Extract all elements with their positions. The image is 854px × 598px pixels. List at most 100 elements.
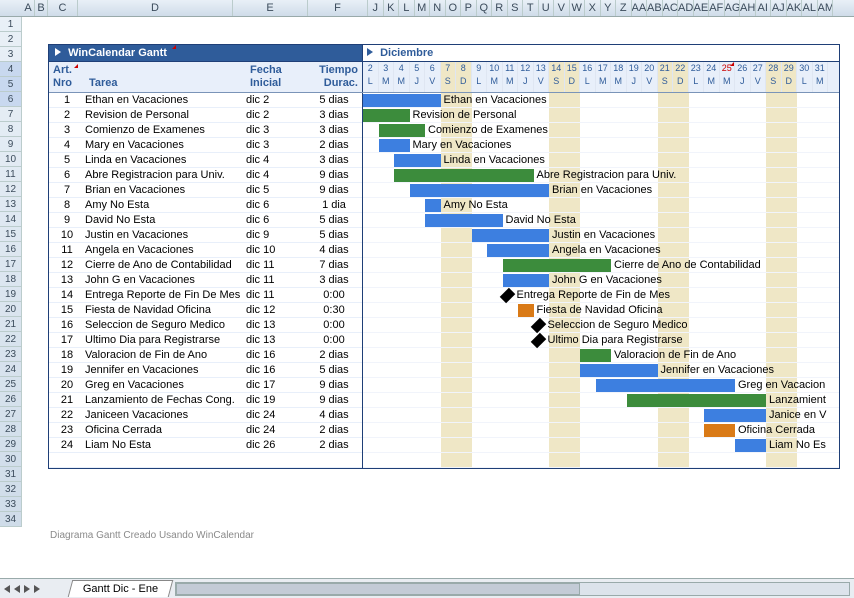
task-row[interactable]: 10Justin en Vacacionesdic 95 dias [49, 228, 362, 243]
task-row[interactable]: 20Greg en Vacacionesdic 179 dias [49, 378, 362, 393]
task-duration: 3 dias [306, 153, 362, 167]
gantt-bar-label: Ethan en Vacaciones [444, 93, 547, 108]
task-name: Valoracion de Fin de Ano [85, 348, 246, 362]
gantt-bar[interactable] [503, 259, 612, 272]
gantt-bar[interactable] [394, 154, 441, 167]
gantt-bar[interactable] [704, 424, 735, 437]
gantt-bar[interactable] [379, 139, 410, 152]
sheet-tab[interactable]: Gantt Dic - Ene [68, 580, 174, 597]
task-start: dic 4 [246, 153, 306, 167]
task-row[interactable]: 15Fiesta de Navidad Oficinadic 120:30 [49, 303, 362, 318]
task-nro: 14 [49, 288, 85, 302]
task-duration: 3 dias [306, 123, 362, 137]
task-nro: 22 [49, 408, 85, 422]
task-row[interactable]: 11Angela en Vacacionesdic 104 dias [49, 243, 362, 258]
gantt-body: 1Ethan en Vacacionesdic 25 dias2Revision… [49, 93, 839, 468]
task-row[interactable]: 9David No Estadic 65 dias [49, 213, 362, 228]
gantt-bar[interactable] [596, 379, 736, 392]
task-row[interactable]: 14Entrega Reporte de Fin De Mesdic 110:0… [49, 288, 362, 303]
prev-sheet-icon[interactable] [14, 585, 20, 593]
next-sheet-icon[interactable] [24, 585, 30, 593]
gantt-bar[interactable] [503, 274, 550, 287]
gantt-bar[interactable] [580, 349, 611, 362]
gantt-title-text: WinCalendar Gantt [68, 47, 167, 59]
task-nro: 15 [49, 303, 85, 317]
task-row[interactable]: 5Linda en Vacacionesdic 43 dias [49, 153, 362, 168]
gantt-task-list: 1Ethan en Vacacionesdic 25 dias2Revision… [49, 93, 363, 468]
gantt-header: Art. Nro Tarea FechaInicial TiempoDurac.… [49, 61, 839, 93]
task-name: Ultimo Dia para Registrarse [85, 333, 246, 347]
task-row[interactable]: 18Valoracion de Fin de Anodic 162 dias [49, 348, 362, 363]
gantt-bar[interactable] [410, 184, 550, 197]
task-start: dic 10 [246, 243, 306, 257]
chart-row: Comienzo de Examenes [363, 123, 839, 138]
chart-row: Janice en V [363, 408, 839, 423]
gantt-bar[interactable] [425, 214, 503, 227]
gantt-bar[interactable] [627, 394, 767, 407]
task-start: dic 9 [246, 228, 306, 242]
header-durac: TiempoDurac. [306, 62, 362, 92]
task-row[interactable]: 4Mary en Vacacionesdic 32 dias [49, 138, 362, 153]
task-row[interactable]: 17Ultimo Dia para Registrarsedic 130:00 [49, 333, 362, 348]
last-sheet-icon[interactable] [34, 585, 40, 593]
task-row[interactable]: 22Janiceen Vacacionesdic 244 dias [49, 408, 362, 423]
chart-row: Seleccion de Seguro Medico [363, 318, 839, 333]
task-row[interactable]: 3Comienzo de Examenesdic 33 dias [49, 123, 362, 138]
task-start: dic 5 [246, 183, 306, 197]
gantt-bar[interactable] [499, 288, 515, 304]
gantt-bar-label: Ultimo Dia para Registrarse [548, 333, 683, 348]
task-duration: 5 dias [306, 93, 362, 107]
horizontal-scrollbar[interactable] [175, 582, 850, 596]
gantt-bar[interactable] [472, 229, 550, 242]
gantt-bar[interactable] [735, 439, 766, 452]
task-row[interactable]: 23Oficina Cerradadic 242 dias [49, 423, 362, 438]
task-name: Ethan en Vacaciones [85, 93, 246, 107]
gantt-bar-label: Justin en Vacaciones [552, 228, 655, 243]
gantt-bar[interactable] [425, 199, 441, 212]
gantt-bar[interactable] [580, 364, 658, 377]
gantt-bar-label: Amy No Esta [444, 198, 508, 213]
task-row[interactable]: 1Ethan en Vacacionesdic 25 dias [49, 93, 362, 108]
task-nro: 16 [49, 318, 85, 332]
task-row[interactable]: 12Cierre de Ano de Contabilidaddic 117 d… [49, 258, 362, 273]
task-row[interactable]: 21Lanzamiento de Fechas Cong.dic 199 dia… [49, 393, 362, 408]
sheet-nav-buttons[interactable] [0, 585, 70, 593]
task-row[interactable]: 2Revision de Personaldic 23 dias [49, 108, 362, 123]
gantt-bar[interactable] [487, 244, 549, 257]
gantt-bar[interactable] [530, 318, 546, 334]
task-row[interactable]: 6Abre Registracion para Univ.dic 49 dias [49, 168, 362, 183]
gantt-bar[interactable] [363, 94, 441, 107]
gantt-bar[interactable] [530, 333, 546, 349]
task-duration: 4 dias [306, 408, 362, 422]
task-name: Entrega Reporte de Fin De Mes [85, 288, 246, 302]
chart-row: Cierre de Ano de Contabilidad [363, 258, 839, 273]
task-nro: 17 [49, 333, 85, 347]
task-nro: 7 [49, 183, 85, 197]
scrollbar-thumb[interactable] [176, 583, 580, 595]
first-sheet-icon[interactable] [4, 585, 10, 593]
gantt-bar[interactable] [363, 109, 410, 122]
gantt-container: WinCalendar Gantt Diciembre Art. Nro Tar… [48, 44, 840, 469]
task-row[interactable]: 19Jennifer en Vacacionesdic 165 dias [49, 363, 362, 378]
gantt-bar[interactable] [379, 124, 426, 137]
gantt-bar[interactable] [518, 304, 534, 317]
task-name: Greg en Vacaciones [85, 378, 246, 392]
task-name: Jennifer en Vacaciones [85, 363, 246, 377]
task-row[interactable]: 13John G en Vacacionesdic 113 dias [49, 273, 362, 288]
task-nro: 13 [49, 273, 85, 287]
task-name: Amy No Esta [85, 198, 246, 212]
gantt-bar-label: Comienzo de Examenes [428, 123, 548, 138]
task-row[interactable]: 24Liam No Estadic 262 dias [49, 438, 362, 453]
task-row[interactable]: 7Brian en Vacacionesdic 59 dias [49, 183, 362, 198]
task-duration: 5 dias [306, 228, 362, 242]
task-duration: 9 dias [306, 393, 362, 407]
task-row[interactable]: 16Seleccion de Seguro Medicodic 130:00 [49, 318, 362, 333]
task-row[interactable]: 8Amy No Estadic 61 dia [49, 198, 362, 213]
task-nro: 20 [49, 378, 85, 392]
gantt-bar[interactable] [394, 169, 534, 182]
task-duration: 2 dias [306, 423, 362, 437]
gantt-bar-label: Greg en Vacacion [738, 378, 825, 393]
task-nro: 12 [49, 258, 85, 272]
gantt-bar[interactable] [704, 409, 766, 422]
task-nro: 21 [49, 393, 85, 407]
